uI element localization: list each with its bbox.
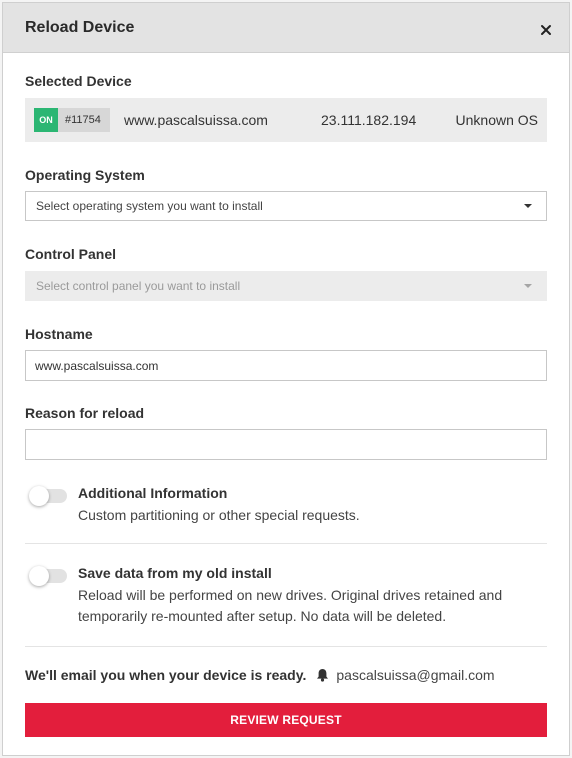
close-icon[interactable] [537,21,555,39]
bell-icon [316,668,329,682]
modal-header: Reload Device [3,3,569,53]
divider [25,543,547,544]
device-id: #11754 [58,108,110,132]
control-panel-label: Control Panel [25,246,117,262]
modal-title: Reload Device [25,18,135,36]
device-badge: ON #11754 [34,108,110,132]
save-data-toggle[interactable] [29,566,67,586]
chevron-down-icon [524,204,532,208]
chevron-down-icon [524,284,532,288]
control-panel-select[interactable]: Select control panel you want to install [25,271,547,301]
save-data-title: Save data from my old install [78,565,272,581]
device-ip: 23.111.182.194 [321,112,417,128]
hostname-input[interactable]: www.pascalsuissa.com [25,350,547,381]
control-panel-placeholder: Select control panel you want to install [36,279,241,293]
device-os: Unknown OS [455,112,538,128]
device-hostname: www.pascalsuissa.com [124,112,268,128]
reason-input[interactable] [25,429,547,460]
divider [25,646,547,647]
review-request-button[interactable]: REVIEW REQUEST [25,703,547,737]
reason-label: Reason for reload [25,405,145,421]
selected-device-row: ON #11754 www.pascalsuissa.com 23.111.18… [25,98,547,142]
additional-info-title: Additional Information [78,485,228,501]
reload-device-modal: Reload Device Selected Device ON #11754 … [2,2,570,756]
operating-system-label: Operating System [25,167,145,183]
additional-info-description: Custom partitioning or other special req… [78,507,360,523]
email-notice: We'll email you when your device is read… [25,667,495,683]
email-address: pascalsuissa@gmail.com [336,667,495,683]
additional-info-toggle[interactable] [29,486,67,506]
toggle-knob [29,566,49,586]
hostname-value: www.pascalsuissa.com [35,358,159,373]
email-note: We'll email you when your device is read… [25,667,307,683]
status-badge: ON [34,108,58,132]
toggle-knob [29,486,49,506]
operating-system-placeholder: Select operating system you want to inst… [36,199,263,213]
save-data-description: Reload will be performed on new drives. … [78,587,503,624]
operating-system-select[interactable]: Select operating system you want to inst… [25,191,547,221]
hostname-label: Hostname [25,326,93,342]
selected-device-label: Selected Device [25,73,132,89]
